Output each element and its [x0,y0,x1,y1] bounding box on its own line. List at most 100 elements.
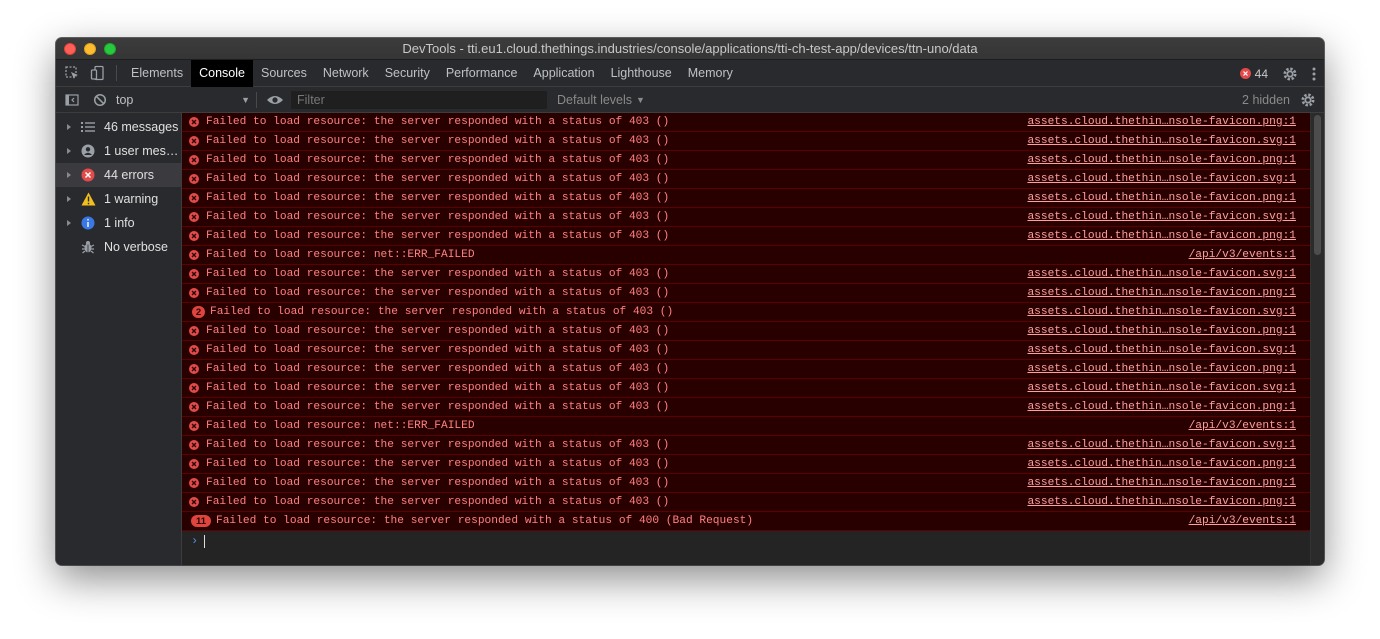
message-source-link[interactable]: assets.cloud.thethin…nsole-favicon.png:1 [1027,496,1296,508]
message-text: Failed to load resource: the server resp… [206,344,670,356]
close-window-button[interactable] [64,43,76,55]
message-text: Failed to load resource: the server resp… [216,515,754,527]
console-error-message[interactable]: Failed to load resource: the server resp… [182,170,1310,189]
console-error-message[interactable]: Failed to load resource: net::ERR_FAILED… [182,246,1310,265]
console-error-message[interactable]: Failed to load resource: the server resp… [182,132,1310,151]
tab-sources[interactable]: Sources [253,60,315,87]
console-settings-icon[interactable] [1300,92,1316,108]
console-error-message[interactable]: Failed to load resource: the server resp… [182,284,1310,303]
console-error-message[interactable]: Failed to load resource: the server resp… [182,493,1310,512]
message-source-link[interactable]: assets.cloud.thethin…nsole-favicon.png:1 [1027,287,1296,299]
message-text: Failed to load resource: the server resp… [206,211,670,223]
message-source-link[interactable]: assets.cloud.thethin…nsole-favicon.png:1 [1027,192,1296,204]
toolbar-separator [256,91,257,108]
console-prompt[interactable]: › [182,531,1324,551]
console-error-message[interactable]: Failed to load resource: the server resp… [182,455,1310,474]
error-icon [189,231,199,241]
tab-console[interactable]: Console [191,59,253,87]
message-source-link[interactable]: assets.cloud.thethin…nsole-favicon.svg:1 [1027,135,1296,147]
console-error-message[interactable]: Failed to load resource: the server resp… [182,360,1310,379]
sidebar-toggle-icon[interactable] [62,90,82,110]
console-error-message[interactable]: 11 Failed to load resource: the server re… [182,512,1310,531]
console-error-message[interactable]: Failed to load resource: the server resp… [182,398,1310,417]
tab-network[interactable]: Network [315,60,377,87]
warning-icon [80,191,96,207]
console-error-message[interactable]: Failed to load resource: the server resp… [182,474,1310,493]
sidebar-item-warning[interactable]: 1 warning [56,187,181,211]
filter-input[interactable] [291,90,547,109]
device-toolbar-icon[interactable] [88,63,108,83]
message-source-link[interactable]: assets.cloud.thethin…nsole-favicon.png:1 [1027,116,1296,128]
console-messages-area[interactable]: Failed to load resource: the server resp… [182,113,1324,565]
message-source-link[interactable]: assets.cloud.thethin…nsole-favicon.png:1 [1027,154,1296,166]
console-error-message[interactable]: Failed to load resource: the server resp… [182,113,1310,132]
message-source-link[interactable]: /api/v3/events:1 [1189,249,1296,261]
tab-application[interactable]: Application [525,60,602,87]
vertical-scrollbar[interactable] [1310,113,1324,565]
console-toolbar: top ▼ Default levels ▼ 2 hidden [56,87,1324,113]
sidebar-item-error[interactable]: 44 errors [56,163,181,187]
tab-performance[interactable]: Performance [438,60,526,87]
message-source-link[interactable]: assets.cloud.thethin…nsole-favicon.png:1 [1027,363,1296,375]
console-error-message[interactable]: Failed to load resource: the server resp… [182,379,1310,398]
scrollbar-thumb[interactable] [1314,115,1321,255]
message-source-link[interactable]: assets.cloud.thethin…nsole-favicon.svg:1 [1027,439,1296,451]
message-source-link[interactable]: assets.cloud.thethin…nsole-favicon.svg:1 [1027,268,1296,280]
tab-bar-right: 44 [1239,60,1316,87]
maximize-window-button[interactable] [104,43,116,55]
more-options-icon[interactable] [1312,67,1316,81]
console-error-message[interactable]: Failed to load resource: net::ERR_FAILED… [182,417,1310,436]
tab-list: Elements Console Sources Network Security Per… [123,59,741,87]
console-error-message[interactable]: Failed to load resource: the server resp… [182,322,1310,341]
inspect-element-icon[interactable] [62,63,82,83]
console-error-message[interactable]: Failed to load resource: the server resp… [182,227,1310,246]
expand-arrow-icon[interactable] [67,196,71,202]
minimize-window-button[interactable] [84,43,96,55]
tab-memory[interactable]: Memory [680,60,741,87]
console-error-message[interactable]: 2 Failed to load resource: the server res… [182,303,1310,322]
expand-arrow-icon [67,244,71,250]
tab-elements[interactable]: Elements [123,60,191,87]
expand-arrow-icon[interactable] [67,148,71,154]
sidebar-item-list[interactable]: 46 messages [56,115,181,139]
expand-arrow-icon[interactable] [67,124,71,130]
message-source-link[interactable]: assets.cloud.thethin…nsole-favicon.svg:1 [1027,382,1296,394]
console-toolbar-right: 2 hidden [1242,87,1316,113]
expand-arrow-icon[interactable] [67,172,71,178]
log-levels-label: Default levels [557,92,633,107]
live-expression-eye-icon[interactable] [265,90,285,110]
message-source-link[interactable]: assets.cloud.thethin…nsole-favicon.png:1 [1027,230,1296,242]
message-source-link[interactable]: assets.cloud.thethin…nsole-favicon.png:1 [1027,477,1296,489]
error-counter[interactable]: 44 [1239,67,1268,81]
message-source-link[interactable]: assets.cloud.thethin…nsole-favicon.png:1 [1027,325,1296,337]
message-source-link[interactable]: assets.cloud.thethin…nsole-favicon.svg:1 [1027,306,1296,318]
message-source-link[interactable]: assets.cloud.thethin…nsole-favicon.png:1 [1027,401,1296,413]
message-source-link[interactable]: assets.cloud.thethin…nsole-favicon.svg:1 [1027,211,1296,223]
message-source-link[interactable]: /api/v3/events:1 [1189,515,1296,527]
sidebar-item-bug[interactable]: No verbose [56,235,181,259]
log-levels-dropdown[interactable]: Default levels ▼ [557,93,645,107]
message-source-link[interactable]: assets.cloud.thethin…nsole-favicon.png:1 [1027,458,1296,470]
message-source-link[interactable]: assets.cloud.thethin…nsole-favicon.svg:1 [1027,173,1296,185]
sidebar-item-info[interactable]: 1 info [56,211,181,235]
message-text: Failed to load resource: the server resp… [206,135,670,147]
tab-security[interactable]: Security [377,60,438,87]
console-error-message[interactable]: Failed to load resource: the server resp… [182,189,1310,208]
tab-lighthouse[interactable]: Lighthouse [603,60,680,87]
settings-icon[interactable] [1282,66,1298,82]
context-selector[interactable]: top ▼ [116,93,256,107]
sidebar-item-label: 1 warning [104,192,159,206]
sidebar-item-user[interactable]: 1 user mes… [56,139,181,163]
clear-console-icon[interactable] [90,90,110,110]
message-source-link[interactable]: assets.cloud.thethin…nsole-favicon.svg:1 [1027,344,1296,356]
message-source-link[interactable]: /api/v3/events:1 [1189,420,1296,432]
console-error-message[interactable]: Failed to load resource: the server resp… [182,265,1310,284]
console-error-message[interactable]: Failed to load resource: the server resp… [182,436,1310,455]
console-error-message[interactable]: Failed to load resource: the server resp… [182,151,1310,170]
expand-arrow-icon[interactable] [67,220,71,226]
error-icon [189,364,199,374]
console-error-message[interactable]: Failed to load resource: the server resp… [182,341,1310,360]
error-icon [189,269,199,279]
message-text: Failed to load resource: the server resp… [206,458,670,470]
console-error-message[interactable]: Failed to load resource: the server resp… [182,208,1310,227]
